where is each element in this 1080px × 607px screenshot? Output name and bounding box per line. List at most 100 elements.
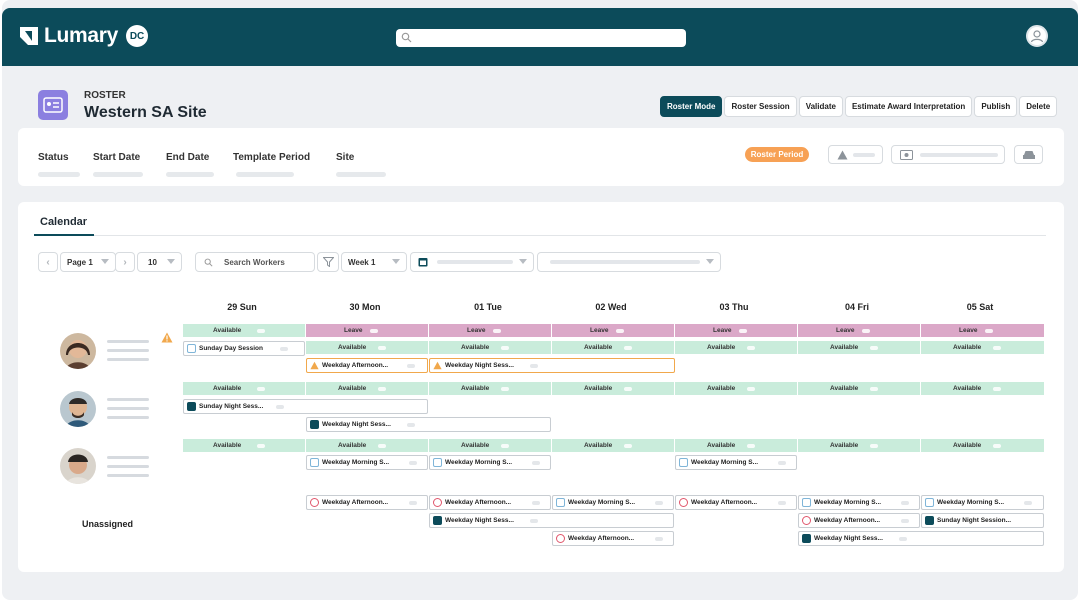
availability-strip[interactable]: Available — [675, 341, 797, 354]
availability-strip[interactable]: Available — [429, 341, 551, 354]
date-range-select[interactable] — [410, 252, 534, 272]
publish-button[interactable]: Publish — [974, 96, 1018, 117]
availability-strip[interactable]: Available — [306, 439, 428, 452]
shift-card[interactable]: Sunday Day Session — [183, 341, 305, 356]
leave-strip[interactable]: Leave — [798, 324, 920, 337]
availability-strip[interactable]: Available — [183, 439, 305, 452]
availability-strip[interactable]: Available — [552, 439, 674, 452]
chevron-down-icon — [706, 259, 714, 264]
strip-placeholder — [870, 345, 878, 350]
availability-strip[interactable]: Available — [306, 341, 428, 354]
shift-placeholder — [532, 501, 540, 505]
shift-card[interactable]: Weekday Morning S... — [429, 455, 551, 470]
leave-strip[interactable]: Leave — [552, 324, 674, 337]
leave-strip[interactable]: Leave — [429, 324, 551, 337]
shift-label: Sunday Day Session — [199, 345, 263, 352]
shift-card[interactable]: Weekday Morning S... — [675, 455, 797, 470]
strip-label: Available — [584, 385, 613, 392]
strip-label: Available — [707, 385, 736, 392]
worker-1-avatar[interactable] — [60, 333, 96, 369]
availability-strip[interactable]: Available — [183, 324, 305, 337]
strip-label: Available — [953, 385, 982, 392]
roster-mode-button[interactable]: Roster Mode — [660, 96, 723, 117]
strip-label: Available — [213, 327, 242, 334]
strip-label: Available — [461, 442, 490, 449]
day-header-fri: 04 Fri — [844, 302, 869, 312]
availability-strip[interactable]: Available — [921, 382, 1044, 395]
shift-card-warning[interactable]: Weekday Night Sess... — [429, 358, 675, 373]
start-date-placeholder — [93, 172, 143, 177]
filter-button[interactable] — [317, 252, 339, 272]
roster-action-bar: Roster Mode Roster Session Validate Esti… — [660, 96, 1058, 117]
user-icon — [1030, 30, 1044, 43]
strip-label: Leave — [467, 327, 486, 334]
worker-3-avatar[interactable] — [60, 448, 96, 484]
unassigned-shift-card[interactable]: Weekday Night Sess... — [429, 513, 674, 528]
availability-strip[interactable]: Available — [306, 382, 428, 395]
unassigned-shift-card[interactable]: Weekday Afternoon... — [552, 531, 674, 546]
availability-strip[interactable]: Available — [798, 439, 920, 452]
unassigned-shift-card[interactable]: Weekday Morning S... — [798, 495, 920, 510]
vehicle-button[interactable] — [1014, 145, 1043, 164]
week-select[interactable]: Week 1 — [341, 252, 407, 272]
roster-header: ROSTER Western SA Site Roster Mode Roste… — [18, 78, 1062, 126]
strip-label: Available — [584, 442, 613, 449]
availability-strip[interactable]: Available — [921, 439, 1044, 452]
shift-card[interactable]: Weekday Night Sess... — [306, 417, 551, 432]
global-search-input[interactable] — [396, 29, 686, 47]
availability-strip[interactable]: Available — [552, 382, 674, 395]
roster-session-button[interactable]: Roster Session — [724, 96, 797, 117]
availability-strip[interactable]: Available — [429, 382, 551, 395]
strip-placeholder — [993, 345, 1001, 350]
strip-placeholder — [993, 386, 1001, 391]
unassigned-shift-card[interactable]: Weekday Night Sess... — [798, 531, 1044, 546]
availability-strip[interactable]: Available — [675, 382, 797, 395]
leave-strip[interactable]: Leave — [675, 324, 797, 337]
worker-2-avatar[interactable] — [60, 391, 96, 427]
shift-placeholder — [409, 461, 417, 465]
page-select[interactable]: Page 1 — [60, 252, 116, 272]
unassigned-shift-card[interactable]: Weekday Morning S... — [921, 495, 1044, 510]
cost-estimate-button[interactable] — [891, 145, 1005, 164]
user-avatar[interactable] — [1026, 25, 1048, 47]
next-page-button[interactable]: › — [115, 252, 135, 272]
search-workers-input[interactable]: Search Workers — [195, 252, 315, 272]
prev-page-button[interactable]: ‹ — [38, 252, 58, 272]
availability-strip[interactable]: Available — [552, 341, 674, 354]
unassigned-shift-card[interactable]: Weekday Afternoon... — [429, 495, 551, 510]
clock-icon — [433, 498, 442, 507]
delete-button[interactable]: Delete — [1019, 96, 1058, 117]
warning-count-placeholder — [853, 153, 875, 157]
availability-strip[interactable]: Available — [798, 382, 920, 395]
estimate-award-button[interactable]: Estimate Award Interpretation — [844, 96, 973, 117]
shift-card[interactable]: Sunday Night Sess... — [183, 399, 428, 414]
unassigned-shift-card[interactable]: Sunday Night Session... — [921, 513, 1044, 528]
page-size-select[interactable]: 10 — [137, 252, 182, 272]
tab-calendar[interactable]: Calendar — [40, 216, 87, 228]
strip-placeholder — [624, 443, 632, 448]
validate-button[interactable]: Validate — [798, 96, 843, 117]
availability-strip[interactable]: Available — [921, 341, 1044, 354]
availability-strip[interactable]: Available — [675, 439, 797, 452]
tab-active-indicator — [34, 234, 94, 236]
lumary-logo[interactable]: Lumary DC — [20, 24, 149, 48]
shift-card[interactable]: Weekday Morning S... — [306, 455, 428, 470]
availability-strip[interactable]: Available — [798, 341, 920, 354]
unassigned-shift-card[interactable]: Weekday Afternoon... — [798, 513, 920, 528]
availability-strip[interactable]: Available — [429, 439, 551, 452]
availability-strip[interactable]: Available — [183, 382, 305, 395]
unassigned-shift-card[interactable]: Weekday Morning S... — [552, 495, 674, 510]
leave-strip[interactable]: Leave — [306, 324, 428, 337]
strip-placeholder — [501, 345, 509, 350]
clock-icon — [556, 534, 565, 543]
leave-strip[interactable]: Leave — [921, 324, 1044, 337]
location-select[interactable] — [537, 252, 721, 272]
warning-count-button[interactable] — [828, 145, 883, 164]
clock-icon — [310, 498, 319, 507]
shift-card-warning[interactable]: Weekday Afternoon... — [306, 358, 428, 373]
unassigned-shift-card[interactable]: Weekday Afternoon... — [675, 495, 797, 510]
strip-label: Available — [830, 442, 859, 449]
strip-placeholder — [370, 328, 378, 333]
strip-label: Available — [584, 344, 613, 351]
unassigned-shift-card[interactable]: Weekday Afternoon... — [306, 495, 428, 510]
